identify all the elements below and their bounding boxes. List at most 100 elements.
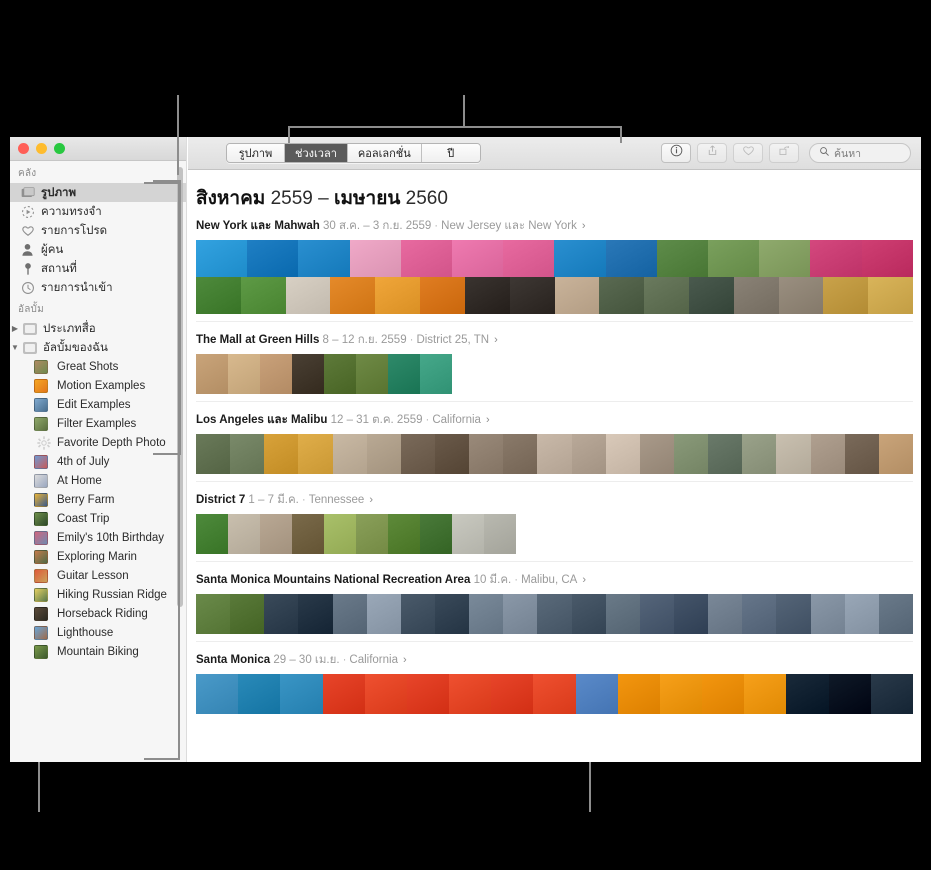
photo-thumbnail[interactable] bbox=[388, 514, 420, 554]
photo-thumbnail[interactable] bbox=[330, 277, 376, 314]
photo-thumbnail[interactable] bbox=[364, 674, 407, 714]
photo-thumbnail[interactable] bbox=[786, 674, 829, 714]
photo-thumbnail[interactable] bbox=[870, 674, 913, 714]
photo-thumbnail[interactable] bbox=[639, 434, 674, 474]
minimize-button[interactable] bbox=[36, 143, 47, 154]
segment-2[interactable]: คอลเลกชั่น bbox=[347, 144, 422, 162]
photo-thumbnail[interactable] bbox=[285, 277, 331, 314]
photo-thumbnail[interactable] bbox=[469, 594, 504, 634]
zoom-button[interactable] bbox=[54, 143, 65, 154]
photo-thumbnail[interactable] bbox=[503, 594, 538, 634]
photo-thumbnail[interactable] bbox=[778, 277, 824, 314]
photo-thumbnail[interactable] bbox=[469, 434, 504, 474]
moment-header[interactable]: Santa Monica Mountains National Recreati… bbox=[196, 571, 913, 594]
photo-thumbnail[interactable] bbox=[420, 514, 452, 554]
photo-thumbnail[interactable] bbox=[332, 434, 367, 474]
rotate-button[interactable] bbox=[769, 143, 799, 163]
photo-thumbnail[interactable] bbox=[844, 434, 879, 474]
photo-thumbnail[interactable] bbox=[776, 434, 811, 474]
photo-thumbnail[interactable] bbox=[366, 434, 401, 474]
chevron-right-icon[interactable]: ▶ bbox=[10, 319, 20, 338]
moment-header[interactable]: New York และ Mahwah 30 ส.ค. – 3 ก.ย. 255… bbox=[196, 217, 913, 240]
photo-thumbnail[interactable] bbox=[659, 674, 703, 714]
segment-0[interactable]: รูปภาพ bbox=[227, 144, 285, 162]
photo-thumbnail[interactable] bbox=[810, 240, 862, 277]
photo-thumbnail[interactable] bbox=[264, 434, 299, 474]
photo-thumbnail[interactable] bbox=[605, 434, 640, 474]
photo-thumbnail[interactable] bbox=[298, 240, 350, 277]
photo-thumbnail[interactable] bbox=[537, 594, 572, 634]
photo-thumbnail[interactable] bbox=[375, 277, 421, 314]
photo-thumbnail[interactable] bbox=[196, 594, 231, 634]
photo-thumbnail[interactable] bbox=[400, 240, 453, 277]
photo-thumbnail[interactable] bbox=[196, 514, 228, 554]
photo-thumbnail[interactable] bbox=[400, 434, 435, 474]
photo-thumbnail[interactable] bbox=[759, 240, 811, 277]
share-button[interactable] bbox=[697, 143, 727, 163]
photo-thumbnail[interactable] bbox=[605, 240, 657, 277]
close-button[interactable] bbox=[18, 143, 29, 154]
favorite-button[interactable] bbox=[733, 143, 763, 163]
photo-thumbnail[interactable] bbox=[196, 240, 248, 277]
photo-thumbnail[interactable] bbox=[554, 277, 600, 314]
photo-thumbnail[interactable] bbox=[406, 674, 450, 714]
photo-thumbnail[interactable] bbox=[571, 434, 606, 474]
photo-thumbnail[interactable] bbox=[452, 514, 484, 554]
photo-thumbnail[interactable] bbox=[823, 277, 869, 314]
moment-header[interactable]: Santa Monica 29 – 30 เม.ย. · California › bbox=[196, 651, 913, 674]
photo-thumbnail[interactable] bbox=[673, 594, 709, 634]
photo-thumbnail[interactable] bbox=[868, 277, 913, 314]
photo-thumbnail[interactable] bbox=[571, 594, 606, 634]
photo-thumbnail[interactable] bbox=[434, 594, 470, 634]
photo-thumbnail[interactable] bbox=[828, 674, 871, 714]
photo-thumbnail[interactable] bbox=[230, 594, 265, 634]
photo-thumbnail[interactable] bbox=[673, 434, 709, 474]
photo-thumbnail[interactable] bbox=[656, 240, 709, 277]
photo-thumbnail[interactable] bbox=[322, 674, 365, 714]
photo-thumbnail[interactable] bbox=[420, 354, 452, 394]
photo-thumbnail[interactable] bbox=[503, 434, 538, 474]
photo-thumbnail[interactable] bbox=[844, 594, 879, 634]
photo-thumbnail[interactable] bbox=[280, 674, 323, 714]
photo-thumbnail[interactable] bbox=[332, 594, 367, 634]
photo-thumbnail[interactable] bbox=[644, 277, 689, 314]
photo-thumbnail[interactable] bbox=[776, 594, 811, 634]
photo-thumbnail[interactable] bbox=[639, 594, 674, 634]
photo-thumbnail[interactable] bbox=[733, 277, 779, 314]
photo-thumbnail[interactable] bbox=[260, 354, 292, 394]
photo-thumbnail[interactable] bbox=[230, 434, 265, 474]
photo-strip-row-1[interactable] bbox=[196, 240, 913, 277]
photo-thumbnail[interactable] bbox=[196, 674, 239, 714]
view-mode-segmented-control[interactable]: รูปภาพ ช่วงเวลา คอลเลกชั่น ปี bbox=[226, 143, 481, 163]
photo-thumbnail[interactable] bbox=[509, 277, 555, 314]
photo-strip-row-1[interactable] bbox=[196, 354, 913, 394]
moment-header[interactable]: District 7 1 – 7 มี.ค. · Tennessee › bbox=[196, 491, 913, 514]
photo-thumbnail[interactable] bbox=[708, 434, 743, 474]
photo-thumbnail[interactable] bbox=[744, 674, 787, 714]
photo-thumbnail[interactable] bbox=[861, 240, 913, 277]
segment-1[interactable]: ช่วงเวลา bbox=[285, 144, 348, 162]
photo-thumbnail[interactable] bbox=[708, 240, 760, 277]
photo-thumbnail[interactable] bbox=[575, 674, 618, 714]
photo-thumbnail[interactable] bbox=[298, 434, 333, 474]
photo-thumbnail[interactable] bbox=[388, 354, 420, 394]
photo-thumbnail[interactable] bbox=[605, 594, 640, 634]
photo-thumbnail[interactable] bbox=[400, 594, 435, 634]
photo-thumbnail[interactable] bbox=[702, 674, 745, 714]
photo-thumbnail[interactable] bbox=[688, 277, 734, 314]
photo-thumbnail[interactable] bbox=[324, 514, 356, 554]
photo-thumbnail[interactable] bbox=[434, 434, 470, 474]
photo-strip-row-1[interactable] bbox=[196, 514, 913, 554]
photo-thumbnail[interactable] bbox=[228, 354, 260, 394]
moment-header[interactable]: The Mall at Green Hills 8 – 12 ก.ย. 2559… bbox=[196, 331, 913, 354]
moment-header[interactable]: Los Angeles และ Malibu 12 – 31 ต.ค. 2559… bbox=[196, 411, 913, 434]
photo-thumbnail[interactable] bbox=[464, 277, 510, 314]
photo-thumbnail[interactable] bbox=[537, 434, 572, 474]
photo-thumbnail[interactable] bbox=[742, 434, 777, 474]
photo-thumbnail[interactable] bbox=[491, 674, 534, 714]
photo-thumbnail[interactable] bbox=[599, 277, 645, 314]
photo-thumbnail[interactable] bbox=[533, 674, 576, 714]
photo-strip-row-2[interactable] bbox=[196, 277, 913, 314]
photo-thumbnail[interactable] bbox=[292, 354, 324, 394]
photo-thumbnail[interactable] bbox=[366, 594, 401, 634]
